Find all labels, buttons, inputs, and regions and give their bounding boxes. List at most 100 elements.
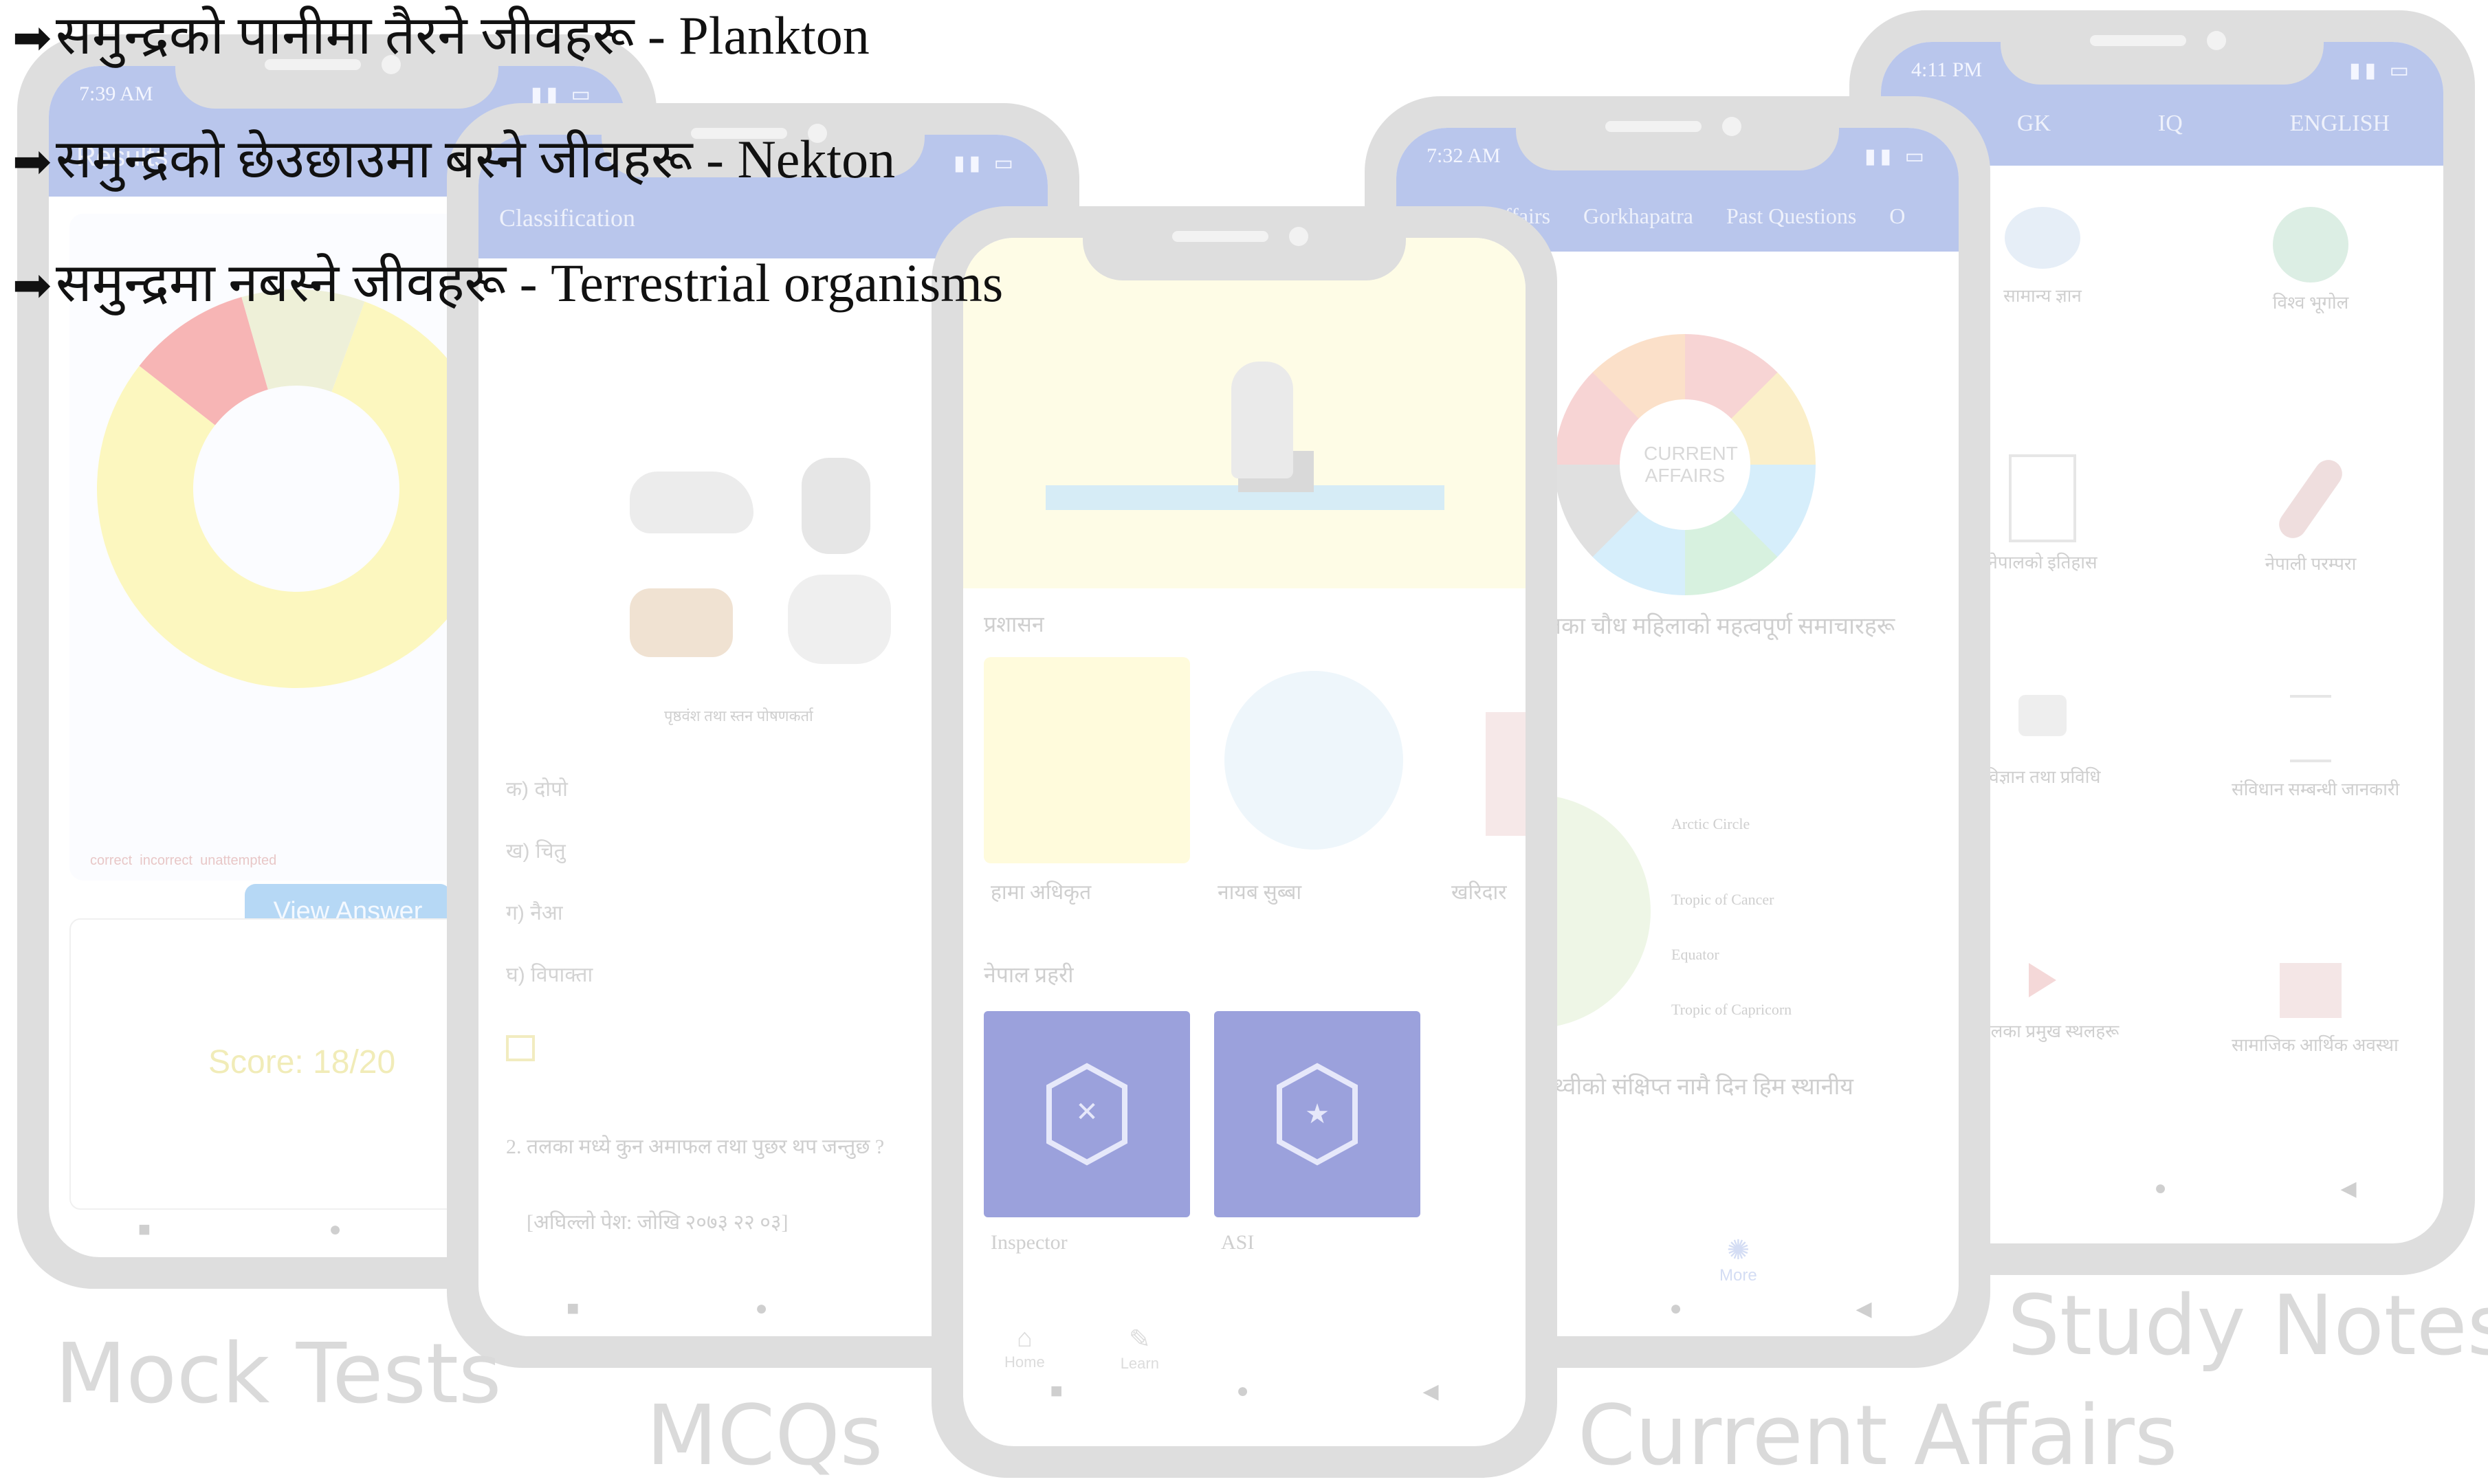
- phone-notch: [2001, 10, 2324, 85]
- nav-back-icon[interactable]: ◀: [1422, 1380, 1438, 1404]
- home-screen: प्रशासन हामा अधिकृत नायब सुब्बा खरिदार न…: [963, 238, 1526, 1446]
- svg-text:✕: ✕: [1075, 1096, 1099, 1128]
- inspector-tile: ✕: [984, 1011, 1190, 1217]
- note-item[interactable]: नेपाली परम्परा: [2232, 454, 2390, 592]
- rhino-icon: [630, 472, 753, 533]
- mcq-title: Classification: [499, 204, 635, 232]
- temple-icon: [2009, 454, 2076, 542]
- nav-circle-icon[interactable]: ●: [755, 1297, 767, 1320]
- kharidar-illustration: [1486, 712, 1526, 836]
- bullet-plankton: ➡समुन्द्रको पानीमा तैरने जीवहरू - Plankt…: [12, 0, 870, 69]
- police-badge-icon: ★: [1277, 1063, 1358, 1166]
- science-icon: [2018, 695, 2067, 736]
- bullet-text: समुन्द्रमा नबस्ने जीवहरू - Terrestrial o…: [55, 253, 1004, 313]
- nav-back-icon[interactable]: ◀: [2340, 1177, 2356, 1201]
- bottom-tab[interactable]: ✺ More: [1719, 1234, 1757, 1285]
- tab-other[interactable]: O: [1889, 203, 1905, 229]
- option-item[interactable]: ख) चितु: [506, 836, 566, 864]
- signal-icon: ▮▮ ▭: [531, 83, 595, 106]
- status-time: 4:11 PM: [1911, 58, 1983, 81]
- note-label: संविधान सम्बन्धी जानकारी: [2232, 779, 2400, 799]
- card-label: ASI: [1221, 1231, 1255, 1254]
- caption-mock-tests: Mock Tests: [55, 1327, 502, 1422]
- building-icon: [2280, 963, 2342, 1018]
- status-time: 7:32 AM: [1427, 144, 1501, 167]
- current-affairs-wheel[interactable]: CURRENT AFFAIRS: [1554, 334, 1816, 595]
- more-icon: ✺: [1726, 1235, 1750, 1265]
- score-text: Score: 18/20: [208, 1044, 396, 1081]
- legend-item: incorrect: [140, 853, 192, 868]
- note-label: नेपाली परम्परा: [2265, 554, 2357, 574]
- phone-home: प्रशासन हामा अधिकृत नायब सुब्बा खरिदार न…: [932, 206, 1557, 1478]
- nav-circle-icon[interactable]: ●: [1669, 1297, 1682, 1320]
- nav-circle-icon[interactable]: ●: [1236, 1380, 1248, 1403]
- tab-gk[interactable]: GK: [2017, 111, 2051, 137]
- police-badge-icon: ✕: [1046, 1063, 1127, 1166]
- person-icon: [1231, 362, 1293, 478]
- wheel-center: CURRENT AFFAIRS: [1620, 399, 1750, 530]
- card-label: हामा अधिकृत: [991, 881, 1092, 904]
- card-nayab-subba[interactable]: नायब सुब्बा: [1211, 657, 1417, 904]
- card-label: Inspector: [991, 1231, 1068, 1254]
- note-label: सामाजिक आर्थिक अवस्था: [2232, 1035, 2399, 1055]
- note-label: विश्व भूगोल: [2272, 293, 2349, 313]
- asi-tile: ★: [1214, 1011, 1420, 1217]
- android-nav-bar: ■ ● ◀: [963, 1364, 1526, 1419]
- arrow-right-icon: ➡: [12, 258, 52, 313]
- legend-item: unattempted: [200, 853, 277, 868]
- card-officer[interactable]: हामा अधिकृत: [984, 657, 1190, 904]
- signal-icon: ▮▮ ▭: [2349, 59, 2413, 82]
- phone-notch: [1083, 206, 1406, 280]
- wheel-label: CURRENT AFFAIRS: [1644, 443, 1738, 486]
- option-item[interactable]: क) दोपो: [506, 774, 568, 802]
- bullet-text: समुन्द्रको छेउछाउमा बस्ने जीवहरू - Nekto…: [55, 129, 896, 189]
- nav-square-icon[interactable]: ■: [1050, 1380, 1062, 1403]
- note-item[interactable]: सामाजिक आर्थिक अवस्था: [2232, 963, 2399, 1100]
- subba-illustration: [1224, 671, 1403, 850]
- option-item[interactable]: घ) विपाक्ता: [506, 960, 593, 988]
- phone-notch: [1516, 96, 1839, 170]
- elephant-icon: [788, 575, 891, 664]
- headline-2[interactable]: पृथ्वीको संक्षिप्त नामै दिन हिम स्थानीय: [1541, 1070, 1853, 1101]
- card-label: नायब सुब्बा: [1218, 881, 1302, 904]
- question-source: [अघिल्लो पेश: जोखि २०७३ २२ ०३]: [527, 1211, 789, 1234]
- animal-illustration: [609, 458, 918, 691]
- question-text: 2. तलका मध्ये कुन अमाफल तथा पुछर थप जन्त…: [506, 1136, 885, 1158]
- document-icon: [2290, 695, 2331, 762]
- globe-label: Tropic of Cancer: [1671, 891, 1774, 908]
- globe-label: Equator: [1671, 946, 1719, 963]
- note-item[interactable]: विश्व भूगोल: [2232, 207, 2390, 344]
- section-title-administration: प्रशासन: [984, 612, 1044, 636]
- arrow-right-icon: ➡: [12, 11, 52, 65]
- caption-current-affairs: Current Affairs: [1578, 1388, 2178, 1484]
- bullet-text: समुन्द्रको पानीमा तैरने जीवहरू - Plankto…: [55, 5, 870, 65]
- signal-icon: ▮▮ ▭: [954, 152, 1017, 175]
- bullet-terrestrial: ➡समुन्द्रमा नबस्ने जीवहरू - Terrestrial …: [12, 244, 1003, 317]
- headline-1[interactable]: नेपालका चौध महिलाको महत्वपूर्ण समाचारहरू: [1513, 609, 1895, 641]
- hero-illustration: [963, 238, 1526, 588]
- card-asi[interactable]: ★ ASI: [1214, 1011, 1420, 1254]
- card-kharidar[interactable]: खरिदार: [1444, 657, 1526, 904]
- gorilla-icon: [802, 458, 870, 554]
- tab-iq[interactable]: IQ: [2158, 111, 2183, 137]
- khukuri-icon: [2274, 454, 2348, 544]
- globe-icon: [2273, 207, 2348, 283]
- arrow-right-icon: ➡: [12, 135, 52, 189]
- officer-illustration: [984, 657, 1190, 863]
- tab-english[interactable]: ENGLISH: [2290, 111, 2390, 137]
- caption-study-notes: Study Notes: [2007, 1278, 2488, 1374]
- option-item[interactable]: ग) नैआ: [506, 898, 563, 926]
- animal-caption: पृष्ठवंश तथा स्तन पोषणकर्ता: [664, 707, 813, 724]
- card-inspector[interactable]: ✕ Inspector: [984, 1011, 1190, 1254]
- nav-back-icon[interactable]: ◀: [1856, 1297, 1871, 1321]
- nav-circle-icon[interactable]: ●: [329, 1218, 341, 1241]
- nav-square-icon[interactable]: ■: [138, 1218, 151, 1241]
- bookmark-icon[interactable]: [506, 1035, 535, 1061]
- tab-past-questions[interactable]: Past Questions: [1726, 203, 1856, 229]
- tab-gorkhapatra[interactable]: Gorkhapatra: [1583, 203, 1693, 229]
- chart-legend: correct incorrect unattempted: [90, 853, 276, 869]
- nav-circle-icon[interactable]: ●: [2154, 1177, 2166, 1200]
- horse-icon: [630, 588, 733, 657]
- nav-square-icon[interactable]: ■: [566, 1297, 579, 1320]
- note-item[interactable]: संविधान सम्बन्धी जानकारी: [2232, 695, 2400, 846]
